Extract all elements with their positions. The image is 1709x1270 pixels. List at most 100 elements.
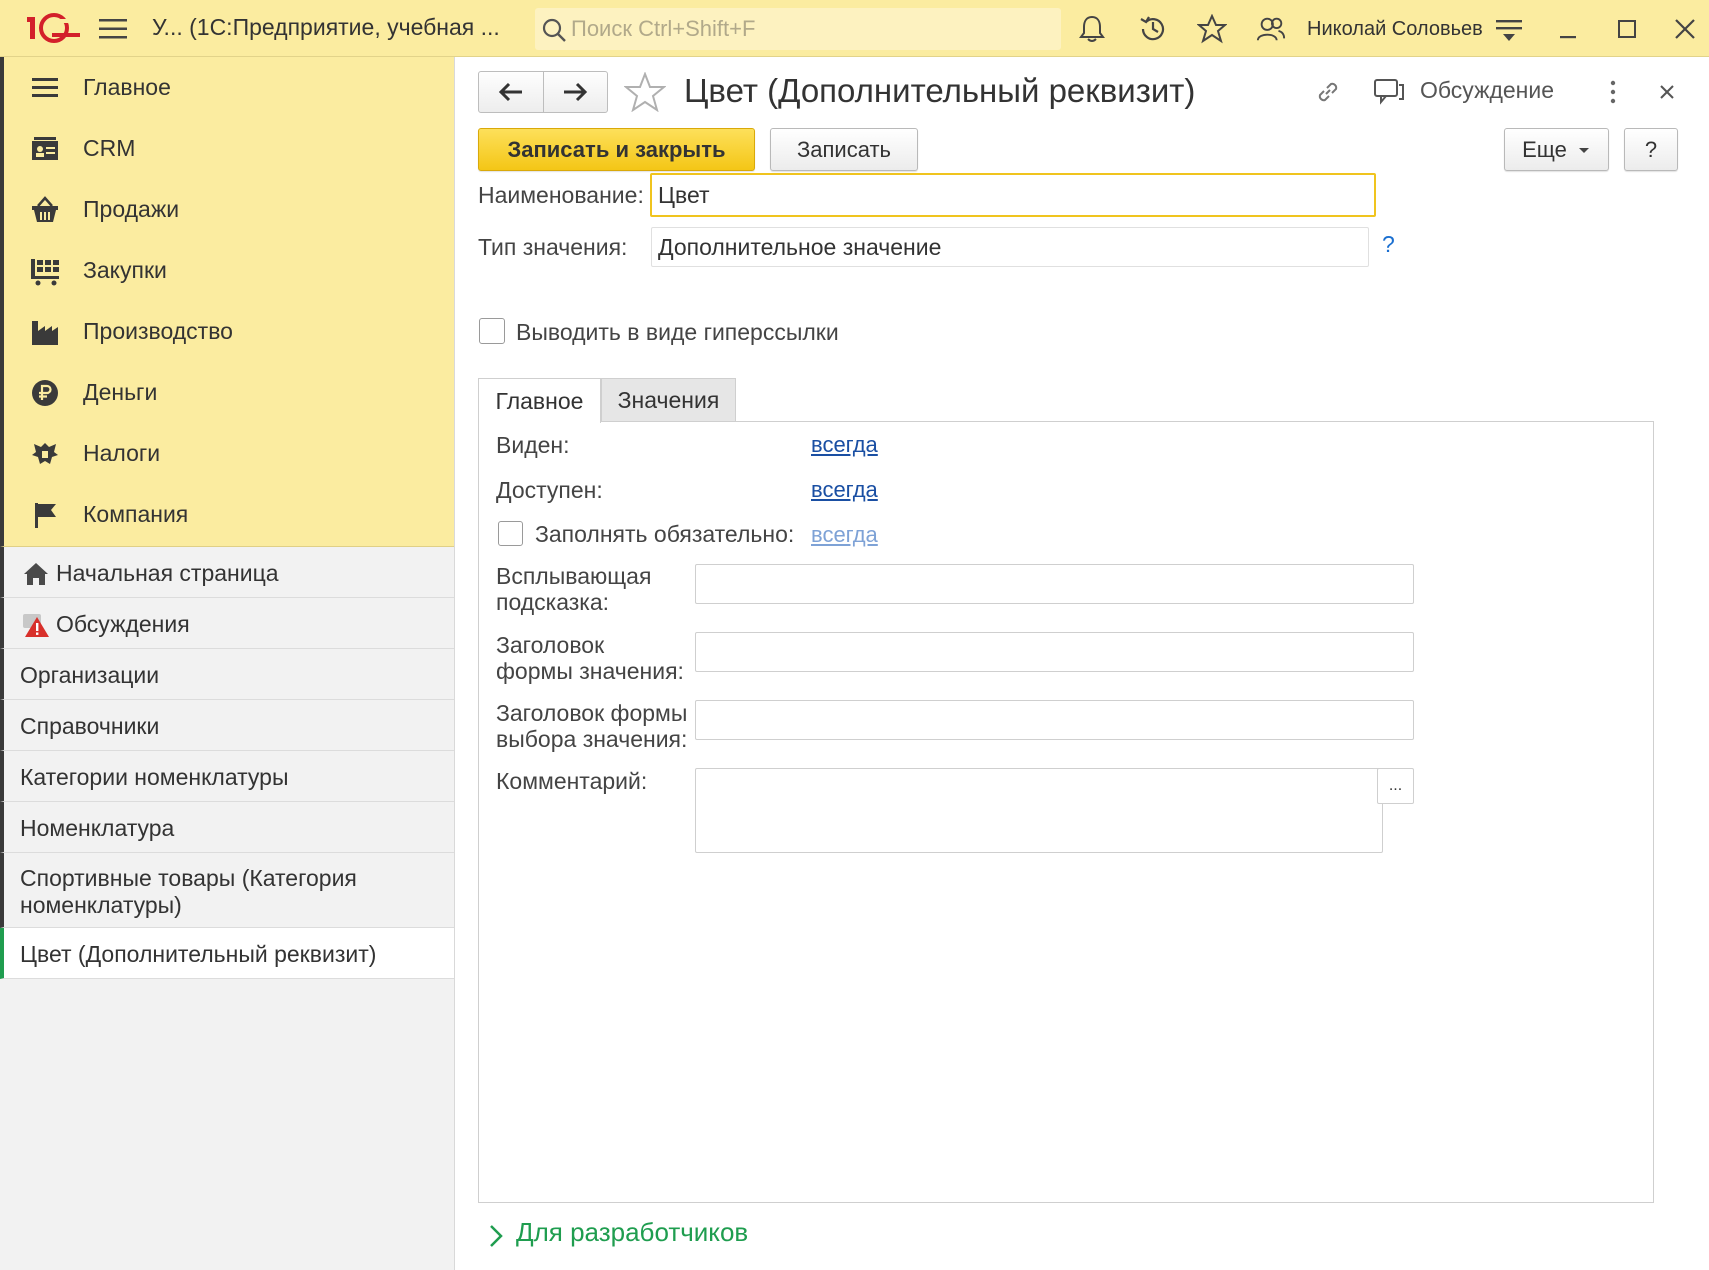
arrow-left-icon (498, 82, 522, 102)
section-label: Закупки (83, 257, 167, 283)
choice-form-title-input[interactable] (695, 700, 1414, 740)
shopping-basket-icon (32, 196, 58, 222)
close-window-icon[interactable] (1670, 14, 1700, 44)
visible-link[interactable]: всегда (811, 432, 878, 458)
navigation-buttons (478, 71, 608, 113)
factory-icon (32, 321, 58, 345)
tooltip-input[interactable] (695, 564, 1414, 604)
tab-label: Главное (495, 387, 584, 414)
section-label: Продажи (83, 196, 180, 222)
bell-icon[interactable] (1077, 14, 1107, 44)
favorite-star-icon[interactable] (624, 72, 666, 112)
maximize-icon[interactable] (1612, 14, 1642, 44)
search-input[interactable] (571, 14, 1051, 44)
open-window-label: Цвет (Дополнительный реквизит) (20, 941, 377, 967)
user-name[interactable]: Николай Соловьев (1307, 18, 1483, 41)
open-window-color-attribute[interactable]: Цвет (Дополнительный реквизит) (0, 928, 454, 979)
value-form-title-label: Заголовок формы значения: (496, 632, 684, 684)
section-label: Деньги (83, 379, 158, 405)
open-window-label: Обсуждения (56, 611, 190, 637)
section-crm[interactable]: CRM (4, 118, 454, 179)
section-taxes[interactable]: Налоги (4, 423, 454, 484)
open-windows-list: Начальная страница Обсуждения Организаци… (0, 547, 454, 979)
show-as-hyperlink-checkbox[interactable] (479, 318, 505, 344)
save-button[interactable]: Записать (770, 128, 918, 171)
required-link[interactable]: всегда (811, 522, 878, 548)
section-label: Компания (83, 501, 189, 527)
visible-label: Виден: (496, 432, 570, 458)
available-link[interactable]: всегда (811, 477, 878, 503)
more-button-label: Еще (1522, 136, 1567, 162)
name-field[interactable]: Цвет (650, 173, 1376, 217)
link-icon[interactable] (1313, 77, 1343, 107)
more-actions-icon[interactable] (1608, 79, 1618, 105)
history-icon[interactable] (1138, 14, 1168, 44)
cart-icon (31, 259, 59, 286)
help-button[interactable]: ? (1624, 128, 1678, 171)
section-production[interactable]: Производство (4, 301, 454, 362)
save-and-close-button[interactable]: Записать и закрыть (478, 128, 755, 171)
open-window-organizations[interactable]: Организации (0, 649, 454, 700)
value-form-title-line2: формы значения: (496, 658, 684, 684)
required-label[interactable]: Заполнять обязательно: (535, 521, 794, 548)
section-label: Главное (83, 74, 171, 100)
open-window-sport-goods-category[interactable]: Спортивные товары (Категория номенклатур… (0, 853, 454, 928)
show-as-hyperlink-label[interactable]: Выводить в виде гиперссылки (516, 319, 839, 346)
section-company[interactable]: Компания (4, 484, 454, 545)
name-value: Цвет (658, 181, 710, 208)
section-purchases[interactable]: Закупки (4, 240, 454, 301)
forward-button[interactable] (544, 72, 608, 112)
open-window-discussions[interactable]: Обсуждения (0, 598, 454, 649)
menu-icon[interactable] (99, 18, 127, 40)
back-button[interactable] (479, 72, 544, 112)
value-type-help-link[interactable]: ? (1382, 231, 1395, 258)
minimize-icon[interactable] (1553, 14, 1583, 44)
comment-edit-button[interactable]: ... (1377, 768, 1414, 804)
comment-textarea[interactable] (695, 768, 1383, 853)
open-window-label: Справочники (20, 713, 160, 739)
chevron-right-icon[interactable] (486, 1223, 506, 1249)
open-window-item-categories[interactable]: Категории номенклатуры (0, 751, 454, 802)
comment-label: Комментарий: (496, 768, 648, 794)
search-icon (542, 18, 566, 42)
open-window-label: Спортивные товары (Категория номенклатур… (20, 865, 357, 918)
section-sales[interactable]: Продажи (4, 179, 454, 240)
value-type-field[interactable]: Дополнительное значение (651, 227, 1369, 267)
tab-main[interactable]: Главное (478, 378, 601, 423)
coat-of-arms-icon (32, 443, 58, 464)
choice-form-title-line2: выбора значения: (496, 726, 688, 752)
developers-section-toggle[interactable]: Для разработчиков (516, 1217, 748, 1248)
section-main[interactable]: Главное (4, 57, 454, 118)
open-window-label: Начальная страница (56, 560, 279, 586)
name-label: Наименование: (478, 182, 644, 208)
open-window-home[interactable]: Начальная страница (0, 547, 454, 598)
flag-icon (35, 503, 56, 528)
users-icon[interactable] (1256, 14, 1286, 44)
section-label: Производство (83, 318, 233, 344)
close-form-icon[interactable] (1656, 81, 1678, 103)
section-label: CRM (83, 135, 136, 161)
tooltip-label-line2: подсказка: (496, 589, 610, 615)
hamburger-icon (32, 78, 58, 97)
required-checkbox[interactable] (498, 521, 523, 546)
tooltip-label: Всплывающая подсказка: (496, 563, 651, 615)
settings-menu-icon[interactable] (1494, 14, 1524, 44)
section-panel: Главное CRM Продажи Закупки Производство… (0, 57, 454, 547)
discussion-label[interactable]: Обсуждение (1420, 77, 1554, 104)
value-form-title-line1: Заголовок (496, 632, 605, 658)
value-type-label: Тип значения: (478, 234, 628, 260)
open-window-items[interactable]: Номенклатура (0, 802, 454, 853)
arrow-right-icon (564, 82, 588, 102)
tab-values[interactable]: Значения (601, 378, 736, 421)
dropdown-caret-icon (1578, 147, 1589, 153)
discussion-icon[interactable] (1373, 77, 1405, 107)
more-button[interactable]: Еще (1504, 128, 1609, 171)
sidebar: Главное CRM Продажи Закупки Производство… (0, 57, 455, 1270)
favorites-star-icon[interactable] (1197, 14, 1227, 44)
section-money[interactable]: Деньги (4, 362, 454, 423)
1c-logo[interactable] (26, 11, 82, 45)
open-window-catalogs[interactable]: Справочники (0, 700, 454, 751)
search-box[interactable] (535, 8, 1061, 50)
value-form-title-input[interactable] (695, 632, 1414, 672)
app-title: У... (1С:Предприятие, учебная ... (152, 14, 500, 40)
